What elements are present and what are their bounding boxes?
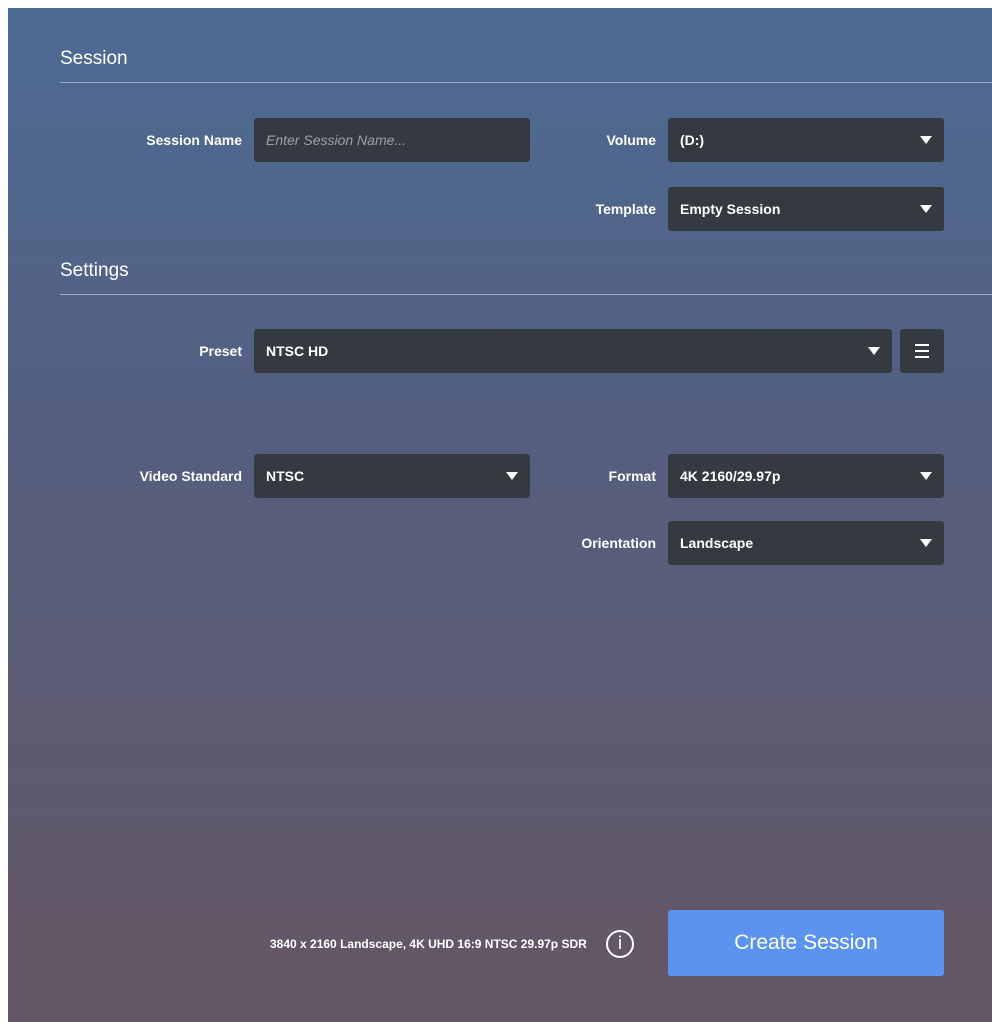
create-session-button[interactable]: Create Session xyxy=(668,910,944,976)
orientation-dropdown[interactable]: Landscape xyxy=(668,521,944,565)
orientation-value: Landscape xyxy=(680,535,754,551)
caret-down-icon xyxy=(506,472,518,480)
template-value: Empty Session xyxy=(680,201,781,217)
session-divider xyxy=(60,82,992,83)
caret-down-icon xyxy=(920,205,932,213)
template-label: Template xyxy=(595,201,656,217)
caret-down-icon xyxy=(920,472,932,480)
new-session-panel: Session Session Name Volume (D:) Templat… xyxy=(8,8,992,1022)
preset-value: NTSC HD xyxy=(266,343,329,359)
caret-down-icon xyxy=(920,136,932,144)
volume-dropdown[interactable]: (D:) xyxy=(668,118,944,162)
preset-label: Preset xyxy=(199,343,242,359)
session-name-field[interactable] xyxy=(254,118,530,162)
session-section-title: Session xyxy=(60,48,128,69)
preset-dropdown[interactable]: NTSC HD xyxy=(254,329,892,373)
session-name-label: Session Name xyxy=(146,132,242,148)
info-icon[interactable]: i xyxy=(606,930,634,958)
format-value: 4K 2160/29.97p xyxy=(680,468,781,484)
settings-section-title: Settings xyxy=(60,260,129,281)
video-standard-value: NTSC xyxy=(266,468,305,484)
caret-down-icon xyxy=(920,539,932,547)
template-dropdown[interactable]: Empty Session xyxy=(668,187,944,231)
session-summary-text: 3840 x 2160 Landscape, 4K UHD 16:9 NTSC … xyxy=(270,937,587,951)
caret-down-icon xyxy=(868,347,880,355)
settings-divider xyxy=(60,294,992,295)
video-standard-dropdown[interactable]: NTSC xyxy=(254,454,530,498)
volume-label: Volume xyxy=(606,132,656,148)
format-dropdown[interactable]: 4K 2160/29.97p xyxy=(668,454,944,498)
session-name-input[interactable] xyxy=(266,118,518,162)
format-label: Format xyxy=(608,468,656,484)
video-standard-label: Video Standard xyxy=(139,468,242,484)
volume-value: (D:) xyxy=(680,132,705,148)
orientation-label: Orientation xyxy=(581,535,656,551)
preset-menu-button[interactable] xyxy=(900,329,944,373)
